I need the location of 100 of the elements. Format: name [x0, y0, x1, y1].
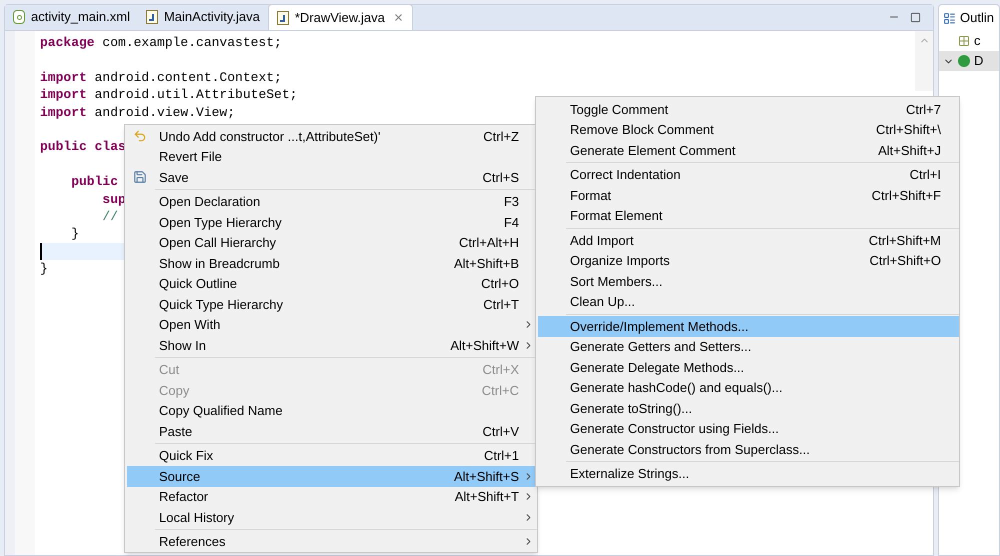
shortcut-text: F4	[504, 214, 519, 232]
menu-item[interactable]: Show In Alt+Shift+W	[127, 335, 537, 356]
shortcut-text: Ctrl+Z	[483, 128, 519, 146]
menu-item[interactable]: Generate Delegate Methods...	[538, 357, 959, 378]
close-icon[interactable]	[392, 12, 404, 23]
tab-label: *DrawView.java	[294, 8, 385, 27]
class-icon	[958, 55, 970, 67]
menu-label: Copy Qualified Name	[159, 402, 283, 420]
menu-label: Copy	[159, 382, 190, 400]
shortcut-text: Ctrl+7	[906, 100, 941, 118]
menu-label: Generate Getters and Setters...	[570, 338, 752, 356]
menu-label: Open With	[159, 316, 220, 334]
shortcut-text: Ctrl+O	[481, 275, 519, 293]
menu-item[interactable]: Generate hashCode() and equals()...	[538, 378, 959, 398]
code-line: }	[40, 261, 48, 276]
menu-label: Refactor	[159, 488, 208, 506]
menu-item[interactable]: Organize Imports Ctrl+Shift+O	[538, 250, 959, 271]
shortcut-text: Ctrl+1	[484, 447, 519, 465]
menu-item[interactable]: Correct Indentation Ctrl+I	[538, 164, 959, 185]
menu-item[interactable]: Quick Type Hierarchy Ctrl+T	[127, 294, 537, 314]
menu-item[interactable]: Source Alt+Shift+S	[127, 466, 537, 486]
menu-item[interactable]: Sort Members...	[538, 271, 959, 292]
code-line: }	[70, 226, 80, 242]
menu-label: Show In	[159, 336, 206, 354]
code-line: package com.example.canvastest;	[40, 35, 282, 50]
menu-label: Open Call Hierarchy	[159, 234, 276, 252]
menu-label: Undo Add constructor ...t,AttributeSet)'	[159, 128, 380, 146]
maximize-icon[interactable]	[910, 12, 921, 22]
shortcut-text: Alt+Shift+W	[450, 336, 519, 354]
menu-item[interactable]: Paste Ctrl+V	[127, 421, 537, 442]
menu-label: Cut	[159, 361, 180, 379]
menu-label: Format Element	[570, 207, 662, 225]
java-file-icon	[146, 10, 158, 24]
shortcut-text: Alt+Shift+S	[454, 468, 519, 486]
panel-title: Outlin	[960, 9, 994, 28]
menu-item[interactable]: Generate toString()...	[538, 398, 959, 418]
menu-item[interactable]: Format Ctrl+Shift+F	[538, 185, 959, 206]
code-line: public clas	[40, 139, 126, 154]
menu-item[interactable]: Copy Qualified Name	[127, 400, 537, 421]
menu-item[interactable]: Local History	[127, 507, 537, 528]
menu-item[interactable]: Generate Constructors from Superclass...	[538, 439, 959, 460]
menu-item[interactable]: Clean Up...	[538, 292, 959, 312]
menu-item[interactable]: Generate Element Comment Alt+Shift+J	[538, 140, 959, 160]
menu-label: Revert File	[159, 148, 222, 166]
menu-item[interactable]: Undo Add constructor ...t,AttributeSet)' Ctrl+Z	[127, 126, 537, 146]
shortcut-text: Ctrl+Alt+H	[459, 234, 519, 252]
save-icon	[133, 170, 147, 184]
menu-label: Override/Implement Methods...	[570, 318, 748, 336]
shortcut-text: Alt+Shift+B	[454, 254, 519, 272]
menu-item[interactable]: Generate Getters and Setters...	[538, 336, 959, 357]
shortcut-text: Ctrl+X	[482, 361, 519, 379]
shortcut-text: Ctrl+I	[910, 166, 941, 184]
menu-label: Sort Members...	[570, 272, 662, 290]
menu-item[interactable]: Generate Constructor using Fields...	[538, 418, 959, 439]
menu-item[interactable]: Toggle Comment Ctrl+7	[538, 99, 959, 120]
editor-tab[interactable]: *DrawView.java	[268, 4, 413, 30]
menu-item[interactable]: Add Import Ctrl+Shift+M	[538, 230, 959, 250]
menu-item[interactable]: Show in Breadcrumb Alt+Shift+B	[127, 253, 537, 274]
menu-item[interactable]: Override/Implement Methods...	[538, 316, 959, 336]
outline-item[interactable]: c	[939, 31, 999, 51]
menu-label: Generate toString()...	[570, 400, 692, 418]
imports-icon	[958, 35, 970, 47]
menu-label: Quick Fix	[159, 447, 214, 465]
shortcut-text: Ctrl+C	[482, 382, 519, 400]
menu-label: Clean Up...	[570, 293, 636, 311]
menu-label: Quick Type Hierarchy	[159, 296, 284, 314]
menu-label: Quick Outline	[159, 275, 238, 293]
menu-item[interactable]: Open Declaration F3	[127, 192, 537, 212]
menu-item[interactable]: Remove Block Comment Ctrl+Shift+\	[538, 120, 959, 140]
menu-item[interactable]: Revert File	[127, 146, 537, 167]
menu-label: Generate Constructor using Fields...	[570, 420, 779, 438]
outline-icon	[943, 12, 956, 24]
shortcut-text: F3	[504, 193, 519, 211]
editor-tab[interactable]: activity_main.xml	[5, 4, 138, 30]
menu-item[interactable]: Externalize Strings...	[538, 464, 959, 484]
shortcut-text: Ctrl+Shift+M	[868, 232, 941, 250]
editor-tab[interactable]: MainActivity.java	[138, 4, 268, 30]
menu-label: Correct Indentation	[570, 166, 681, 184]
menu-label: References	[159, 533, 226, 551]
menu-item[interactable]: Quick Fix Ctrl+1	[127, 446, 537, 466]
menu-item[interactable]: Refactor Alt+Shift+T	[127, 486, 537, 507]
xml-file-icon	[13, 10, 25, 24]
menu-item[interactable]: Quick Outline Ctrl+O	[127, 274, 537, 294]
outline-label: D	[974, 52, 984, 70]
outline-item[interactable]: D	[939, 51, 999, 71]
menu-item[interactable]: Open Call Hierarchy Ctrl+Alt+H	[127, 232, 537, 253]
menu-item[interactable]: Save Ctrl+S	[127, 167, 537, 188]
menu-label: Organize Imports	[570, 252, 670, 270]
shortcut-text: Alt+Shift+T	[454, 488, 519, 506]
menu-item[interactable]: References	[127, 532, 537, 552]
menu-label: Save	[159, 168, 189, 186]
tab-label: activity_main.xml	[31, 8, 130, 26]
menu-label: Generate Constructors from Superclass...	[570, 440, 810, 459]
java-file-icon	[276, 10, 289, 24]
code-line: import android.view.View;	[40, 104, 236, 120]
menu-item[interactable]: Open Type Hierarchy F4	[127, 212, 537, 232]
menu-item[interactable]: Open With	[127, 314, 537, 335]
shortcut-text: Ctrl+Shift+O	[869, 252, 941, 270]
menu-item[interactable]: Format Element	[538, 206, 959, 226]
shortcut-text: Ctrl+Shift+\	[876, 121, 941, 139]
